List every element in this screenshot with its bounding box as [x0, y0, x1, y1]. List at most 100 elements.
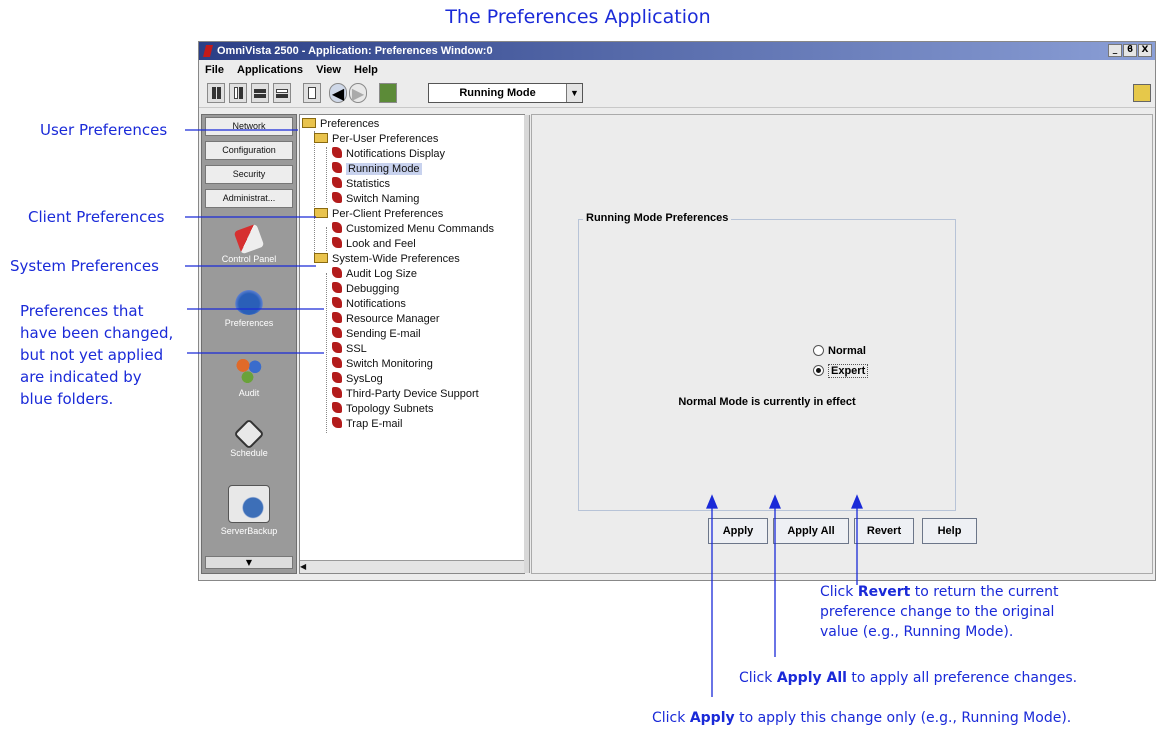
app-icon [203, 45, 213, 57]
tree-item[interactable]: Notifications Display [332, 147, 445, 162]
security-button[interactable]: Security [205, 165, 293, 184]
open-folder-icon[interactable] [1133, 84, 1151, 102]
tree-item[interactable]: Statistics [332, 177, 390, 192]
network-button[interactable]: Network [205, 117, 293, 136]
preference-leaf-icon [332, 297, 342, 308]
administration-button[interactable]: Administrat... [205, 189, 293, 208]
control-panel-icon [233, 223, 265, 255]
tree-group-per-user[interactable]: Per-User Preferences [314, 132, 438, 147]
preference-leaf-icon [332, 147, 342, 158]
window-title: OmniVista 2500 - Application: Preference… [217, 45, 493, 57]
panel-toggle-icon[interactable] [303, 83, 321, 103]
folder-icon [314, 208, 328, 218]
launcher-item-schedule[interactable]: Schedule [202, 418, 296, 458]
tree-item[interactable]: Switch Monitoring [332, 357, 433, 372]
server-backup-icon [228, 485, 270, 523]
tree-item[interactable]: Customized Menu Commands [332, 222, 494, 237]
preference-leaf-icon [332, 222, 342, 233]
launcher-item-preferences[interactable]: Preferences [202, 287, 296, 328]
annotation-apply-all: Click Apply All to apply all preference … [739, 670, 1078, 686]
expert-radio[interactable]: Expert [813, 364, 869, 378]
chevron-down-icon[interactable]: ▼ [566, 84, 582, 102]
preferences-content-panel: Running Mode Preferences Normal Expert N… [531, 114, 1153, 574]
launcher-scroll-down[interactable]: ▼ [205, 556, 293, 569]
radio-icon [813, 345, 824, 356]
preference-leaf-icon [332, 237, 342, 248]
preferences-tree: Preferences Per-User Preferences Notific… [299, 114, 530, 574]
launcher-item-audit[interactable]: Audit [202, 357, 296, 398]
launcher-item-control-panel[interactable]: Control Panel [202, 223, 296, 264]
toolbar: ◀ ▶ Running Mode ▼ [199, 80, 1155, 108]
close-button[interactable]: X [1138, 44, 1152, 57]
tree-item[interactable]: Audit Log Size [332, 267, 417, 282]
folder-icon [314, 253, 328, 263]
help-button[interactable]: Help [922, 518, 977, 544]
tree-item-selected[interactable]: Running Mode [332, 162, 422, 177]
preference-leaf-icon [332, 372, 342, 383]
menu-view[interactable]: View [316, 64, 341, 76]
preference-leaf-icon [332, 312, 342, 323]
tree-item[interactable]: Third-Party Device Support [332, 387, 479, 402]
annotation-system-preferences: System Preferences [10, 257, 159, 275]
apply-button[interactable]: Apply [708, 518, 768, 544]
minimize-button[interactable]: _ [1108, 44, 1122, 57]
launcher-panel: Network Configuration Security Administr… [201, 114, 297, 574]
running-mode-group: Running Mode Preferences Normal Expert N… [578, 212, 956, 511]
window-titlebar: OmniVista 2500 - Application: Preference… [199, 42, 1155, 60]
annotation-revert: Click Revert to return the current prefe… [820, 584, 1059, 640]
configuration-button[interactable]: Configuration [205, 141, 293, 160]
tree-item[interactable]: Look and Feel [332, 237, 416, 252]
folder-open-icon [302, 118, 316, 128]
schedule-icon [233, 418, 265, 450]
tree-item[interactable]: SSL [332, 342, 367, 357]
refresh-icon[interactable] [379, 83, 397, 103]
annotation-client-preferences: Client Preferences [28, 208, 165, 226]
preference-leaf-icon [332, 282, 342, 293]
tree-root[interactable]: Preferences [302, 117, 379, 132]
running-mode-select[interactable]: Running Mode ▼ [428, 83, 583, 103]
preference-leaf-icon [332, 192, 342, 203]
menu-file[interactable]: File [205, 64, 224, 76]
folder-icon [314, 133, 328, 143]
audit-icon [234, 357, 264, 385]
tree-group-system-wide[interactable]: System-Wide Preferences [314, 252, 460, 267]
preference-leaf-icon [332, 342, 342, 353]
layout-column-icon[interactable] [229, 83, 247, 103]
tree-item[interactable]: Notifications [332, 297, 406, 312]
tree-item[interactable]: Switch Naming [332, 192, 419, 207]
menu-applications[interactable]: Applications [237, 64, 303, 76]
preference-leaf-icon [332, 327, 342, 338]
revert-button[interactable]: Revert [854, 518, 914, 544]
launcher-item-serverbackup[interactable]: ServerBackup [202, 485, 296, 536]
layout-two-columns-icon[interactable] [207, 83, 225, 103]
tree-item[interactable]: Trap E-mail [332, 417, 402, 432]
normal-radio[interactable]: Normal [813, 344, 866, 358]
layout-rows-icon[interactable] [251, 83, 269, 103]
annotation-user-preferences: User Preferences [40, 121, 168, 139]
forward-icon[interactable]: ▶ [349, 83, 367, 103]
tree-group-per-client[interactable]: Per-Client Preferences [314, 207, 443, 222]
preference-leaf-icon [332, 357, 342, 368]
annotation-apply: Click Apply to apply this change only (e… [652, 710, 1072, 726]
preference-leaf-icon [332, 162, 342, 173]
splitter-handle[interactable] [524, 115, 530, 573]
page-title: The Preferences Application [445, 6, 711, 28]
preference-leaf-icon [332, 177, 342, 188]
tree-item[interactable]: Sending E-mail [332, 327, 421, 342]
maximize-button[interactable]: ϐ [1123, 44, 1137, 57]
mode-status-text: Normal Mode is currently in effect [678, 396, 856, 408]
preference-leaf-icon [332, 267, 342, 278]
back-icon[interactable]: ◀ [329, 83, 347, 103]
tree-item[interactable]: SysLog [332, 372, 383, 387]
tree-item[interactable]: Resource Manager [332, 312, 440, 327]
menu-help[interactable]: Help [354, 64, 378, 76]
group-title: Running Mode Preferences [583, 212, 732, 224]
tree-item[interactable]: Topology Subnets [332, 402, 433, 417]
radio-checked-icon [813, 365, 824, 376]
menu-bar: File Applications View Help [199, 61, 1155, 79]
tree-horizontal-scrollbar[interactable]: ◀ [300, 560, 524, 573]
annotation-changed-preferences: Preferences that have been changed, but … [20, 302, 174, 408]
layout-row-icon[interactable] [273, 83, 291, 103]
tree-item[interactable]: Debugging [332, 282, 399, 297]
apply-all-button[interactable]: Apply All [773, 518, 849, 544]
